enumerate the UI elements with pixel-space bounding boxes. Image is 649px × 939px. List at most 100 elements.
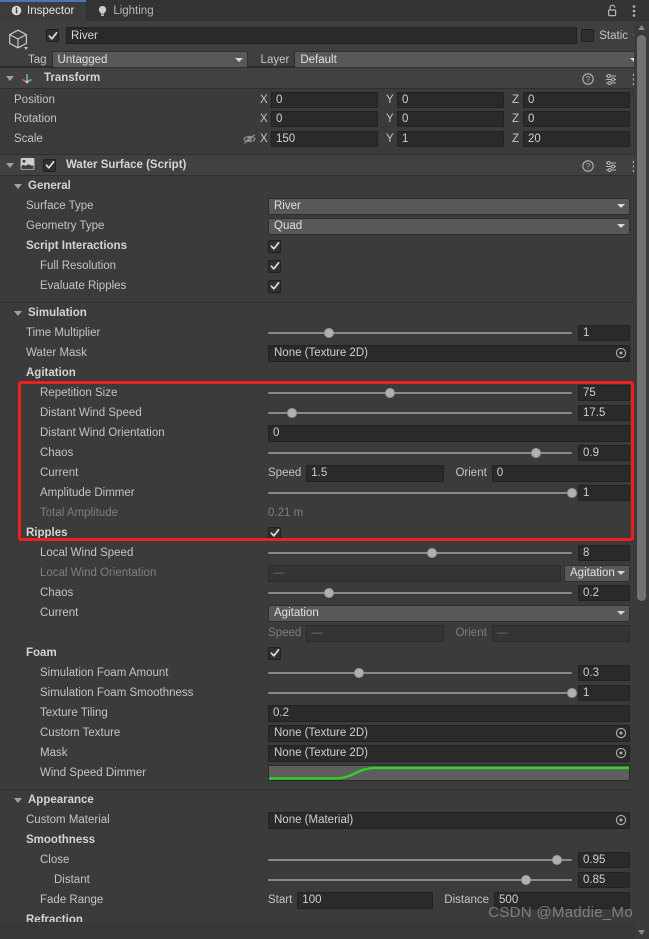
smoothness-distant-slider[interactable] [268,872,572,888]
gameobject-enabled-checkbox[interactable] [46,29,59,42]
general-section-header[interactable]: General [0,176,649,196]
slider-thumb[interactable] [384,388,395,398]
tag-dropdown[interactable]: Untagged [51,51,248,68]
time-multiplier-slider[interactable] [268,325,572,341]
geometry-type-value: Quad [274,220,303,232]
slider-thumb[interactable] [427,548,438,558]
sim-foam-smoothness-input[interactable]: 1 [578,685,630,701]
tab-lighting[interactable]: Lighting [86,0,165,21]
full-resolution-checkbox[interactable] [268,259,281,273]
simulation-foldout-icon[interactable] [14,310,22,316]
distant-wind-orientation-input[interactable]: 0 [268,424,630,442]
evaluate-ripples-checkbox[interactable] [268,279,281,293]
object-picker-icon[interactable] [613,813,628,828]
slider-thumb[interactable] [323,328,334,338]
repetition-size-slider[interactable] [268,385,572,401]
sim-foam-smoothness-slider[interactable] [268,685,577,701]
preset-icon[interactable] [604,159,618,173]
slider-thumb[interactable] [323,588,334,598]
position-x-input[interactable]: 0 [271,92,378,108]
scroll-down-arrow-icon[interactable] [637,928,646,937]
fade-start-input[interactable]: 100 [297,891,434,909]
geometry-type-dropdown[interactable]: Quad [268,217,630,235]
local-wind-speed-input[interactable]: 8 [578,545,630,561]
wind-speed-dimmer-curve-field[interactable] [268,765,630,781]
smoothness-close-slider[interactable] [268,852,572,868]
amplitude-dimmer-slider[interactable] [268,485,577,501]
custom-texture-object-field[interactable]: None (Texture 2D) [268,724,630,742]
repetition-size-input[interactable]: 75 [578,385,630,401]
object-picker-icon[interactable] [613,746,628,761]
rotation-z-input[interactable]: 0 [523,111,630,127]
axis-label-x: X [260,94,268,106]
agitation-chaos-slider[interactable] [268,445,572,461]
distant-wind-speed-input[interactable]: 17.5 [578,405,630,421]
general-foldout-icon[interactable] [14,183,22,189]
appearance-foldout-icon[interactable] [14,797,22,803]
scale-z-input[interactable]: 20 [523,131,630,147]
foam-enabled-checkbox[interactable] [268,646,281,660]
amplitude-dimmer-input[interactable]: 1 [578,485,630,501]
ripples-chaos-input[interactable]: 0.2 [578,585,630,601]
ripples-current-dropdown[interactable]: Agitation [268,604,630,622]
slider-thumb[interactable] [530,448,541,458]
slider-thumb[interactable] [567,488,577,498]
ripples-enabled-checkbox[interactable] [268,526,281,540]
agitation-current-speed-input[interactable]: 1.5 [306,464,445,482]
transform-component-header[interactable]: Transform ? [0,67,649,89]
smoothness-close-input[interactable]: 0.95 [578,852,630,868]
tag-value: Untagged [57,53,108,66]
object-picker-icon[interactable] [613,726,628,741]
texture-tiling-input[interactable]: 0.2 [268,704,630,722]
gameobject-name-input[interactable]: River [66,27,578,44]
static-checkbox[interactable] [581,29,595,42]
ripples-chaos-slider[interactable] [268,585,572,601]
local-wind-speed-slider[interactable] [268,545,572,561]
sim-foam-amount-slider[interactable] [268,665,572,681]
object-picker-icon[interactable] [613,346,628,361]
slider-thumb[interactable] [567,688,577,698]
transform-foldout-icon[interactable] [6,75,14,81]
rotation-y-input[interactable]: 0 [397,111,504,127]
distant-wind-speed-slider[interactable] [268,405,572,421]
slider-thumb[interactable] [521,875,532,885]
agitation-current-label: Current [40,467,79,479]
lock-open-icon[interactable] [605,4,619,18]
slider-thumb[interactable] [551,855,562,865]
scrollbar-thumb[interactable] [637,35,646,601]
water-surface-enabled-checkbox[interactable] [43,158,56,172]
kebab-menu-icon[interactable] [627,4,641,18]
simulation-section-header[interactable]: Simulation [0,303,649,323]
scale-x-input[interactable]: 150 [271,131,378,147]
agitation-chaos-input[interactable]: 0.9 [578,445,630,461]
row-total-amplitude: Total Amplitude 0.21 m [0,503,649,523]
water-surface-component-header[interactable]: Water Surface (Script) ? [0,154,649,176]
agitation-current-orient-input[interactable]: 0 [491,464,630,482]
water-mask-object-field[interactable]: None (Texture 2D) [268,344,630,362]
row-surface-type: Surface Type River [0,196,649,216]
help-icon[interactable]: ? [581,159,595,173]
time-multiplier-input[interactable]: 1 [578,325,630,341]
scale-y-input[interactable]: 1 [397,131,504,147]
smoothness-distant-input[interactable]: 0.85 [578,872,630,888]
custom-material-object-field[interactable]: None (Material) [268,811,630,829]
scroll-up-arrow-icon[interactable] [637,23,646,32]
position-z-input[interactable]: 0 [523,92,630,108]
layer-dropdown[interactable]: Default [294,51,643,68]
vertical-scrollbar[interactable] [634,21,649,939]
tag-label: Tag [28,53,47,66]
slider-thumb[interactable] [287,408,298,418]
foam-mask-object-field[interactable]: None (Texture 2D) [268,744,630,762]
slider-thumb[interactable] [354,668,365,678]
help-icon[interactable]: ? [581,72,595,86]
script-interactions-checkbox[interactable] [268,239,281,253]
position-y-input[interactable]: 0 [397,92,504,108]
preset-icon[interactable] [604,72,618,86]
tab-inspector[interactable]: Inspector [0,0,87,21]
sim-foam-amount-input[interactable]: 0.3 [578,665,630,681]
rotation-x-input[interactable]: 0 [271,111,378,127]
appearance-section-header[interactable]: Appearance [0,790,649,810]
surface-type-dropdown[interactable]: River [268,197,630,215]
local-wind-orientation-mode-dropdown[interactable]: Agitation [564,564,630,582]
water-surface-foldout-icon[interactable] [6,162,14,168]
